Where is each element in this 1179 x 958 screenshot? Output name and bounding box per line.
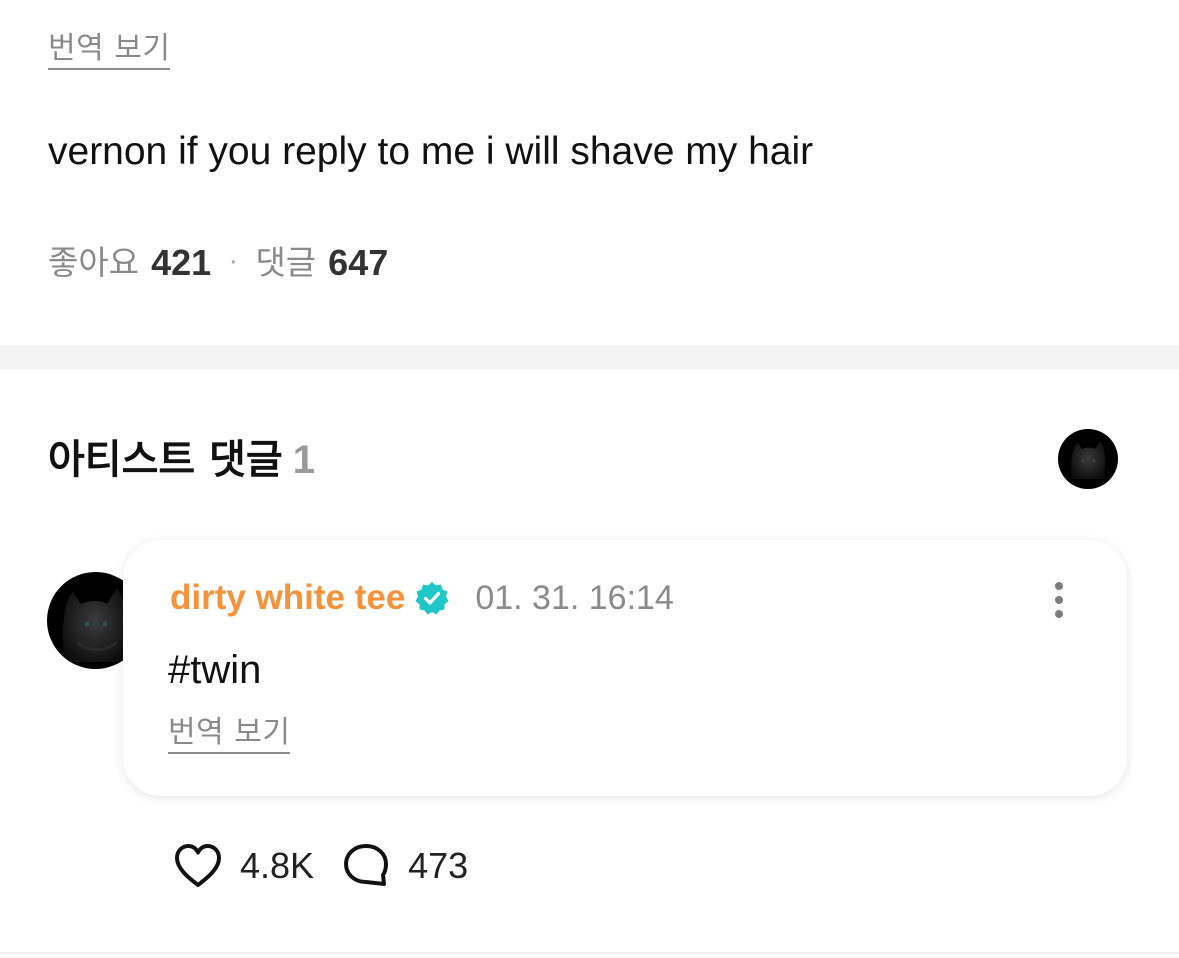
verified-badge-icon — [415, 581, 449, 615]
post-stats: 좋아요 421 · 댓글 647 — [48, 243, 388, 283]
heart-icon — [172, 840, 224, 892]
likes-label: 좋아요 — [48, 243, 140, 282]
comment-author-name[interactable]: dirty white tee — [170, 578, 405, 618]
like-count: 4.8K — [240, 845, 315, 886]
likes-count[interactable]: 421 — [151, 243, 211, 283]
comment-body-text: #twin — [168, 648, 262, 692]
artist-comments-title: 아티스트 댓글 — [48, 437, 283, 483]
artist-comments-heading: 아티스트 댓글 1 — [48, 436, 315, 484]
more-vertical-icon[interactable] — [1049, 580, 1069, 620]
comment-bubble-icon — [340, 840, 392, 892]
comment-timestamp: 01. 31. 16:14 — [475, 578, 674, 617]
artist-avatar-thumbnail[interactable] — [1058, 429, 1118, 489]
comment-translate-link[interactable]: 번역 보기 — [168, 718, 291, 754]
reply-button[interactable]: 473 — [340, 840, 468, 892]
comment-header: dirty white tee 01. 31. 16:14 — [170, 578, 674, 618]
post-page: 번역 보기 vernon if you reply to me i will s… — [0, 0, 1179, 958]
artist-comment-card: dirty white tee 01. 31. 16:14 #twin 번역 보… — [123, 540, 1127, 796]
comment-reactions: 4.8K 473 — [172, 840, 468, 892]
section-divider — [0, 345, 1179, 369]
comments-label: 댓글 — [255, 243, 317, 282]
artist-comments-count: 1 — [292, 438, 315, 482]
comments-count[interactable]: 647 — [328, 243, 388, 283]
bottom-divider — [0, 952, 1179, 954]
reply-count: 473 — [408, 845, 469, 886]
stats-separator-dot: · — [229, 248, 238, 278]
post-body-text: vernon if you reply to me i will shave m… — [48, 130, 814, 173]
like-button[interactable]: 4.8K — [172, 840, 314, 892]
post-translate-link[interactable]: 번역 보기 — [48, 34, 171, 70]
